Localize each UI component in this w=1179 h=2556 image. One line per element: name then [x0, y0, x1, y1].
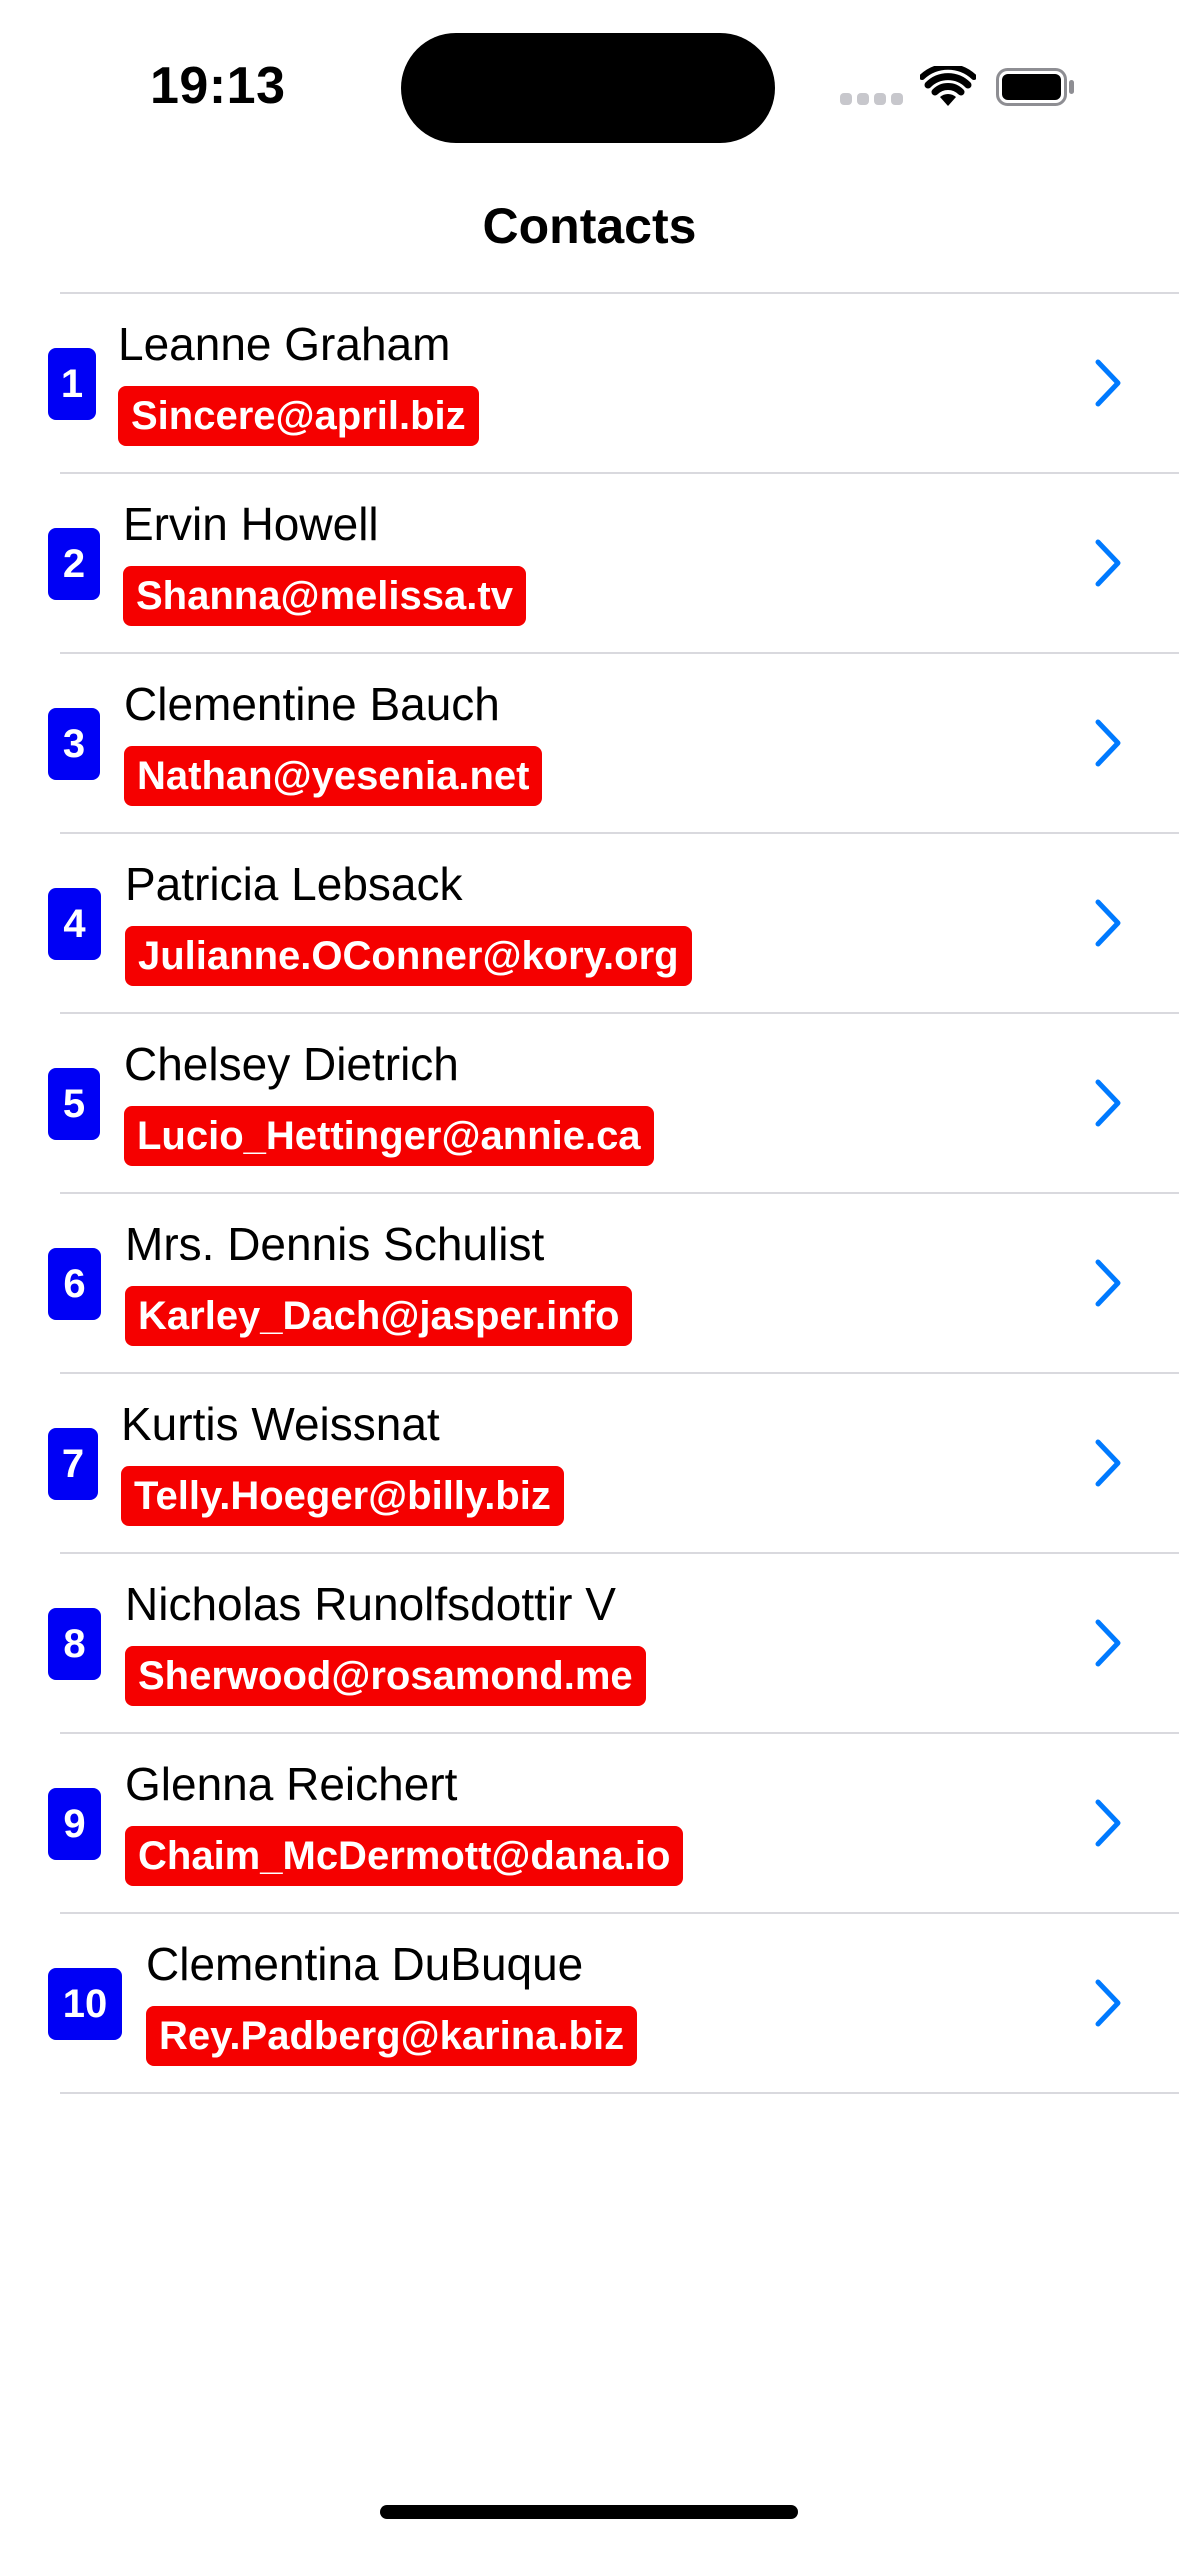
chevron-right-icon [1095, 1799, 1121, 1847]
chevron-right-icon [1095, 1619, 1121, 1667]
contact-number-badge: 10 [48, 1968, 122, 2040]
contact-row[interactable]: 6 Mrs. Dennis Schulist Karley_Dach@jaspe… [0, 1194, 1179, 1372]
contact-email: Sincere@april.biz [118, 386, 479, 446]
contact-name: Chelsey Dietrich [124, 1038, 459, 1090]
contact-row[interactable]: 10 Clementina DuBuque Rey.Padberg@karina… [0, 1914, 1179, 2092]
contacts-list: 1 Leanne Graham Sincere@april.biz 2 Ervi… [0, 292, 1179, 2094]
contact-number-badge: 6 [48, 1248, 101, 1320]
contact-email: Julianne.OConner@kory.org [125, 926, 692, 986]
status-bar: 19:13 [0, 0, 1179, 170]
contact-email: Lucio_Hettinger@annie.ca [124, 1106, 654, 1166]
chevron-right-icon [1095, 1979, 1121, 2027]
contact-number-badge: 9 [48, 1788, 101, 1860]
contact-row[interactable]: 5 Chelsey Dietrich Lucio_Hettinger@annie… [0, 1014, 1179, 1192]
contact-name: Kurtis Weissnat [121, 1398, 440, 1450]
chevron-right-icon [1095, 1079, 1121, 1127]
contact-name: Leanne Graham [118, 318, 451, 370]
contact-number-badge: 8 [48, 1608, 101, 1680]
chevron-right-icon [1095, 359, 1121, 407]
contact-email: Chaim_McDermott@dana.io [125, 1826, 684, 1886]
contact-row[interactable]: 9 Glenna Reichert Chaim_McDermott@dana.i… [0, 1734, 1179, 1912]
battery-icon [996, 68, 1074, 106]
contact-email: Telly.Hoeger@billy.biz [121, 1466, 564, 1526]
contact-email: Rey.Padberg@karina.biz [146, 2006, 638, 2066]
chevron-right-icon [1095, 899, 1121, 947]
contact-row[interactable]: 7 Kurtis Weissnat Telly.Hoeger@billy.biz [0, 1374, 1179, 1552]
contact-number-badge: 1 [48, 348, 96, 420]
contact-name: Nicholas Runolfsdottir V [125, 1578, 616, 1630]
contact-row[interactable]: 1 Leanne Graham Sincere@april.biz [0, 294, 1179, 472]
contact-number-badge: 4 [48, 888, 101, 960]
contact-name: Mrs. Dennis Schulist [125, 1218, 545, 1270]
contact-email: Shanna@melissa.tv [123, 566, 526, 626]
chevron-right-icon [1095, 1259, 1121, 1307]
contact-email: Karley_Dach@jasper.info [125, 1286, 633, 1346]
contact-name: Clementine Bauch [124, 678, 500, 730]
chevron-right-icon [1095, 719, 1121, 767]
dynamic-island [401, 33, 775, 143]
list-divider [60, 2092, 1179, 2094]
contact-row[interactable]: 3 Clementine Bauch Nathan@yesenia.net [0, 654, 1179, 832]
contact-email: Nathan@yesenia.net [124, 746, 543, 806]
home-indicator[interactable] [380, 2505, 798, 2519]
chevron-right-icon [1095, 1439, 1121, 1487]
contact-name: Patricia Lebsack [125, 858, 463, 910]
wifi-icon [920, 66, 976, 106]
contact-row[interactable]: 4 Patricia Lebsack Julianne.OConner@kory… [0, 834, 1179, 1012]
contact-number-badge: 7 [48, 1428, 98, 1500]
contact-email: Sherwood@rosamond.me [125, 1646, 646, 1706]
contact-name: Ervin Howell [123, 498, 379, 550]
contact-row[interactable]: 8 Nicholas Runolfsdottir V Sherwood@rosa… [0, 1554, 1179, 1732]
contact-number-badge: 5 [48, 1068, 100, 1140]
page-title: Contacts [482, 198, 697, 254]
chevron-right-icon [1095, 539, 1121, 587]
contact-number-badge: 2 [48, 528, 100, 600]
contact-number-badge: 3 [48, 708, 100, 780]
status-time: 19:13 [150, 57, 286, 115]
contact-row[interactable]: 2 Ervin Howell Shanna@melissa.tv [0, 474, 1179, 652]
contact-name: Clementina DuBuque [146, 1938, 584, 1990]
cellular-signal-icon [840, 93, 904, 105]
contact-name: Glenna Reichert [125, 1758, 458, 1810]
